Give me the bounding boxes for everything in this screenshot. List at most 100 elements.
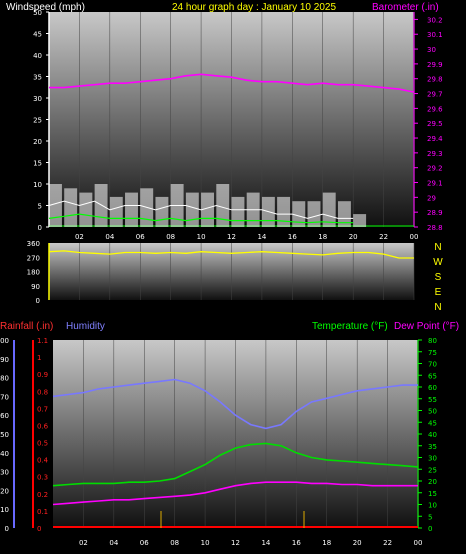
temperature-tick-label: 35 bbox=[428, 443, 437, 451]
panel1-x-tick-label: 12 bbox=[227, 233, 236, 241]
panel1-x-tick-label: 00 bbox=[410, 233, 419, 241]
panel3-x-tick-label: 12 bbox=[231, 539, 240, 547]
rain-humidity-temperature-panel: 1009080706050403020100 1.110.90.80.70.60… bbox=[0, 337, 437, 533]
barometer-tick-label: 29.4 bbox=[427, 135, 443, 143]
humidity-tick-label: 40 bbox=[0, 450, 9, 458]
temperature-tick-label: 65 bbox=[428, 372, 437, 380]
rain-tick-label: 0.7 bbox=[37, 405, 48, 413]
barometer-tick-label: 29.3 bbox=[427, 150, 443, 158]
panel1-x-tick-label: 20 bbox=[349, 233, 358, 241]
barometer-tick-label: 29.2 bbox=[427, 165, 443, 173]
wind-direction-panel: 360270180900 NWSEN bbox=[27, 240, 444, 313]
humidity-tick-label: 50 bbox=[0, 431, 9, 439]
rain-tick-label: 0.1 bbox=[37, 508, 48, 516]
wind-tick-label: 30 bbox=[33, 95, 42, 103]
compass-label: N bbox=[434, 302, 441, 313]
panel1-x-tick-label: 02 bbox=[75, 233, 84, 241]
humidity-tick-label: 90 bbox=[0, 356, 9, 364]
barometer-tick-label: 29 bbox=[427, 194, 436, 202]
rain-tick-label: 0.5 bbox=[37, 440, 48, 448]
barometer-tick-label: 29.6 bbox=[427, 105, 443, 113]
gust-bar bbox=[49, 184, 62, 227]
temperature-tick-label: 75 bbox=[428, 349, 437, 357]
wind-tick-label: 15 bbox=[33, 160, 42, 168]
wind-axis-title: Windspeed (mph) bbox=[6, 2, 85, 13]
barometer-tick-label: 30.1 bbox=[427, 31, 443, 39]
temperature-tick-label: 25 bbox=[428, 466, 437, 474]
gust-bar bbox=[94, 184, 108, 227]
direction-tick-label: 270 bbox=[27, 254, 40, 262]
temperature-tick-label: 60 bbox=[428, 384, 437, 392]
gust-bar bbox=[292, 201, 306, 227]
gust-bar bbox=[109, 196, 123, 227]
panel3-x-tick-label: 16 bbox=[292, 539, 301, 547]
panel1-x-tick-label: 16 bbox=[288, 233, 297, 241]
temperature-tick-label: 50 bbox=[428, 408, 437, 416]
temperature-tick-label: 10 bbox=[428, 502, 437, 510]
wind-tick-label: 20 bbox=[33, 138, 42, 146]
gust-bar bbox=[64, 188, 78, 227]
wind-tick-label: 5 bbox=[38, 203, 42, 211]
panel3-x-tick-label: 04 bbox=[109, 539, 118, 547]
humidity-tick-label: 0 bbox=[5, 525, 9, 533]
wind-tick-label: 45 bbox=[33, 31, 42, 39]
barometer-tick-label: 29.5 bbox=[427, 120, 443, 128]
panel3-x-tick-label: 14 bbox=[261, 539, 270, 547]
barometer-tick-label: 28.9 bbox=[427, 209, 443, 217]
barometer-tick-label: 30.2 bbox=[427, 16, 443, 24]
rain-tick-label: 0.2 bbox=[37, 491, 48, 499]
gust-bar bbox=[201, 192, 215, 227]
humidity-tick-label: 30 bbox=[0, 469, 9, 477]
panel1-x-tick-label: 22 bbox=[379, 233, 388, 241]
temperature-tick-label: 80 bbox=[428, 337, 437, 345]
panel1-x-tick-label: 06 bbox=[136, 233, 145, 241]
wind-tick-label: 0 bbox=[38, 224, 42, 232]
humidity-axis-title: Humidity bbox=[66, 321, 105, 332]
rain-tick-label: 0.9 bbox=[37, 371, 48, 379]
gust-bar bbox=[125, 192, 138, 227]
direction-tick-label: 90 bbox=[31, 283, 40, 291]
humidity-tick-label: 70 bbox=[0, 393, 9, 401]
rain-tick-label: 0 bbox=[37, 525, 41, 533]
wind-tick-label: 25 bbox=[33, 117, 42, 125]
panel3-x-tick-label: 02 bbox=[79, 539, 88, 547]
panel3-x-tick-label: 20 bbox=[353, 539, 362, 547]
temperature-tick-label: 55 bbox=[428, 396, 437, 404]
panel1-x-tick-label: 04 bbox=[105, 233, 114, 241]
rain-tick-label: 1.1 bbox=[37, 337, 48, 345]
panel3-x-tick-label: 18 bbox=[322, 539, 331, 547]
gust-bar bbox=[79, 192, 93, 227]
barometer-tick-label: 29.9 bbox=[427, 61, 443, 69]
panel1-x-tick-label: 14 bbox=[257, 233, 266, 241]
gust-bar bbox=[185, 192, 199, 227]
temperature-tick-label: 70 bbox=[428, 361, 437, 369]
panel1-x-tick-label: 08 bbox=[166, 233, 175, 241]
direction-tick-label: 180 bbox=[27, 269, 40, 277]
compass-label: S bbox=[435, 272, 442, 283]
temperature-tick-label: 40 bbox=[428, 431, 437, 439]
direction-tick-label: 360 bbox=[27, 240, 40, 248]
temperature-tick-label: 45 bbox=[428, 419, 437, 427]
gust-bar bbox=[231, 196, 245, 227]
rain-axis-title: Rainfall (.in) bbox=[0, 321, 53, 332]
temperature-axis-title: Temperature (°F) bbox=[312, 321, 388, 332]
panel3-x-tick-label: 22 bbox=[383, 539, 392, 547]
temperature-tick-label: 30 bbox=[428, 455, 437, 463]
page-title: 24 hour graph day : January 10 2025 bbox=[172, 2, 336, 13]
barometer-tick-label: 29.7 bbox=[427, 91, 443, 99]
rain-tick-label: 0.3 bbox=[37, 474, 48, 482]
gust-bar bbox=[277, 196, 291, 227]
weather-graph: Windspeed (mph) 24 hour graph day : Janu… bbox=[0, 2, 459, 547]
barometer-tick-label: 29.1 bbox=[427, 180, 443, 188]
rain-tick-label: 1 bbox=[37, 354, 41, 362]
compass-label: E bbox=[435, 287, 442, 298]
barometer-axis-title: Barometer (.in) bbox=[372, 2, 439, 13]
temperature-tick-label: 5 bbox=[428, 513, 432, 521]
wind-tick-label: 50 bbox=[33, 9, 42, 17]
humidity-tick-label: 10 bbox=[0, 506, 9, 514]
gust-bar bbox=[353, 214, 367, 227]
humidity-tick-label: 100 bbox=[0, 337, 9, 345]
barometer-tick-label: 28.8 bbox=[427, 224, 443, 232]
panel3-x-tick-label: 08 bbox=[170, 539, 179, 547]
rain-tick-label: 0.6 bbox=[37, 422, 49, 430]
